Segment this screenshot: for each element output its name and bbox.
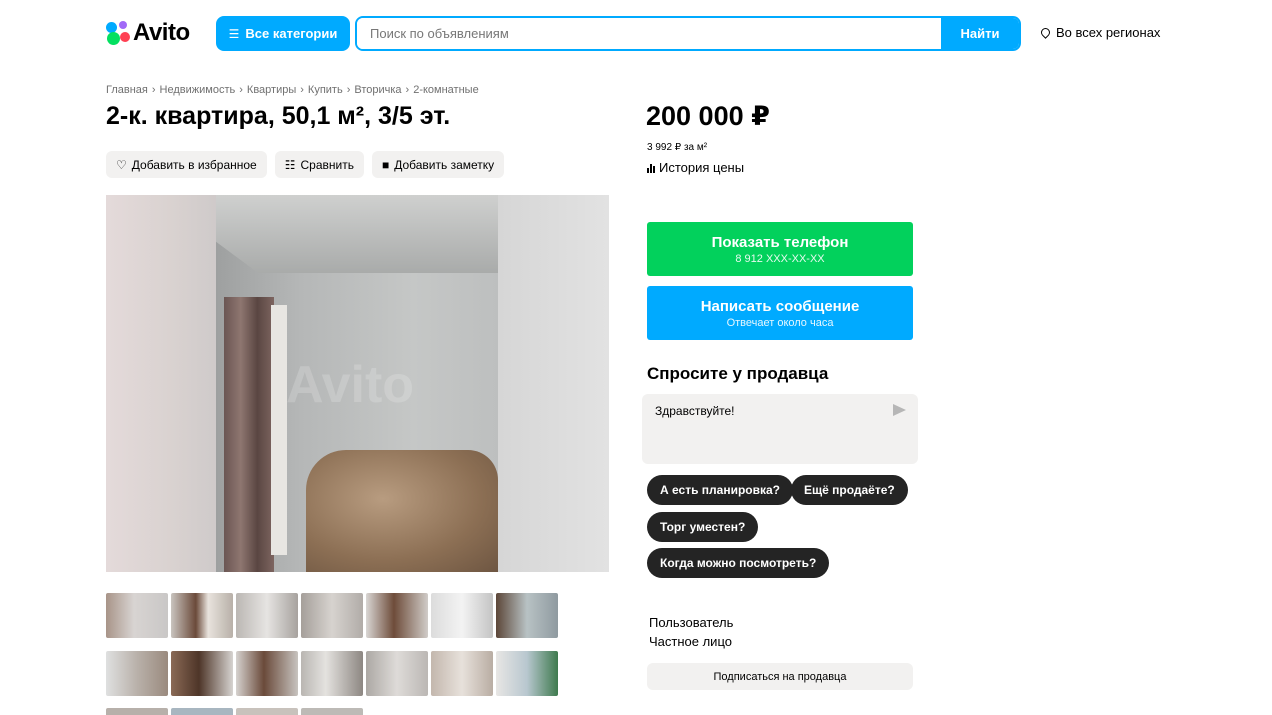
- photo-thumbnail[interactable]: [366, 593, 428, 638]
- write-message-button[interactable]: Написать сообщение Отвечает около часа: [647, 286, 913, 340]
- compare-button[interactable]: ☷ Сравнить: [274, 151, 364, 178]
- photo-thumbnail[interactable]: [496, 651, 558, 696]
- seller-type: Частное лицо: [649, 634, 732, 649]
- search-bar: Найти: [355, 16, 1021, 51]
- photo-thumbnail[interactable]: [366, 651, 428, 696]
- photo-thumbnail[interactable]: [301, 593, 363, 638]
- breadcrumb-separator: ›: [300, 84, 304, 96]
- compare-label: Сравнить: [300, 157, 354, 172]
- photo-thumbnail[interactable]: [236, 593, 298, 638]
- breadcrumb-realty[interactable]: Недвижимость: [160, 84, 236, 96]
- photo-blur-right: [498, 195, 609, 572]
- photo-thumbnail[interactable]: [171, 708, 233, 715]
- compare-icon: ☷: [284, 157, 296, 172]
- logo-dots-icon: [106, 21, 130, 45]
- photo-thumbnail[interactable]: [496, 593, 558, 638]
- breadcrumb-separator: ›: [151, 84, 156, 96]
- phone-masked: 8 912 XXX-XX-XX: [735, 252, 825, 265]
- ask-message-field[interactable]: Здравствуйте!: [642, 394, 918, 464]
- write-message-label: Написать сообщение: [700, 297, 860, 315]
- subscribe-seller-button[interactable]: Подписаться на продавца: [647, 663, 913, 690]
- heart-icon: ♡: [116, 157, 127, 172]
- photo-thumbnail[interactable]: [171, 651, 233, 696]
- breadcrumb-separator: ›: [346, 84, 351, 96]
- price-per-m2: 3 992 ₽ за м²: [647, 142, 708, 153]
- photo-thumbnails: [106, 593, 558, 696]
- photo-thumbnail[interactable]: [236, 708, 298, 715]
- breadcrumb-two-room[interactable]: 2-комнатные: [413, 84, 478, 96]
- avito-logo[interactable]: Avito: [106, 19, 190, 47]
- photo-thumbnail[interactable]: [106, 593, 168, 638]
- show-phone-button[interactable]: Показать телефон 8 912 XXX-XX-XX: [647, 222, 913, 276]
- photo-thumbnail[interactable]: [431, 593, 493, 638]
- ask-message-text: Здравствуйте!: [655, 404, 735, 418]
- quick-question-chip[interactable]: А есть планировка?: [647, 475, 793, 505]
- quick-question-chip[interactable]: Когда можно посмотреть?: [647, 548, 830, 578]
- quick-question-chip[interactable]: Ещё продаёте?: [791, 475, 908, 505]
- photo-thumbnail[interactable]: [301, 708, 363, 715]
- breadcrumb: Главная › Недвижимость › Квартиры › Купи…: [106, 84, 479, 96]
- price-history-label: История цены: [659, 160, 745, 175]
- region-label: Во всех регионах: [1056, 25, 1161, 40]
- photo-window: [271, 305, 287, 555]
- favorite-label: Добавить в избранное: [131, 157, 257, 172]
- all-categories-button[interactable]: ☰ Все категории: [216, 16, 350, 51]
- show-phone-label: Показать телефон: [711, 233, 849, 251]
- photo-sofa: [306, 450, 498, 572]
- response-time: Отвечает около часа: [726, 316, 834, 329]
- ask-seller-title: Спросите у продавца: [647, 364, 829, 383]
- location-pin-icon: [1039, 26, 1052, 39]
- send-icon[interactable]: [893, 404, 906, 416]
- photo-thumbnail[interactable]: [106, 651, 168, 696]
- breadcrumb-separator: ›: [405, 84, 410, 96]
- photo-watermark: Avito: [286, 356, 415, 414]
- breadcrumb-home[interactable]: Главная: [106, 84, 148, 96]
- note-icon: ■: [381, 157, 390, 172]
- logo-text: Avito: [133, 19, 190, 46]
- photo-thumbnail[interactable]: [301, 651, 363, 696]
- breadcrumb-buy[interactable]: Купить: [308, 84, 343, 96]
- photo-thumbnails-more: [106, 708, 363, 715]
- photo-thumbnail[interactable]: [236, 651, 298, 696]
- add-to-favorites-button[interactable]: ♡ Добавить в избранное: [106, 151, 267, 178]
- quick-question-chip[interactable]: Торг уместен?: [647, 512, 759, 542]
- photo-blur-left: [106, 195, 216, 572]
- search-button[interactable]: Найти: [941, 18, 1019, 49]
- breadcrumb-separator: ›: [239, 84, 243, 96]
- note-label: Добавить заметку: [394, 157, 495, 172]
- breadcrumb-apartments[interactable]: Квартиры: [247, 84, 296, 96]
- photo-ceiling: [216, 195, 498, 273]
- breadcrumb-secondary[interactable]: Вторичка: [354, 84, 401, 96]
- price: 200 000 ₽: [646, 101, 770, 131]
- listing-actions: ♡ Добавить в избранное ☷ Сравнить ■ Доба…: [106, 151, 505, 178]
- categories-search-icon: ☰: [228, 26, 240, 41]
- chart-icon: [647, 163, 655, 173]
- photo-thumbnail[interactable]: [106, 708, 168, 715]
- seller-name[interactable]: Пользователь: [649, 615, 733, 630]
- price-history-link[interactable]: История цены: [647, 160, 744, 175]
- add-note-button[interactable]: ■ Добавить заметку: [371, 151, 505, 178]
- photo-thumbnail[interactable]: [431, 651, 493, 696]
- search-input[interactable]: [357, 18, 941, 49]
- photo-curtain: [224, 297, 274, 572]
- photo-thumbnail[interactable]: [171, 593, 233, 638]
- listing-title: 2-к. квартира, 50,1 м², 3/5 эт.: [106, 102, 451, 130]
- region-selector[interactable]: Во всех регионах: [1039, 25, 1161, 40]
- all-categories-label: Все категории: [245, 26, 338, 41]
- main-photo[interactable]: Avito: [106, 195, 609, 572]
